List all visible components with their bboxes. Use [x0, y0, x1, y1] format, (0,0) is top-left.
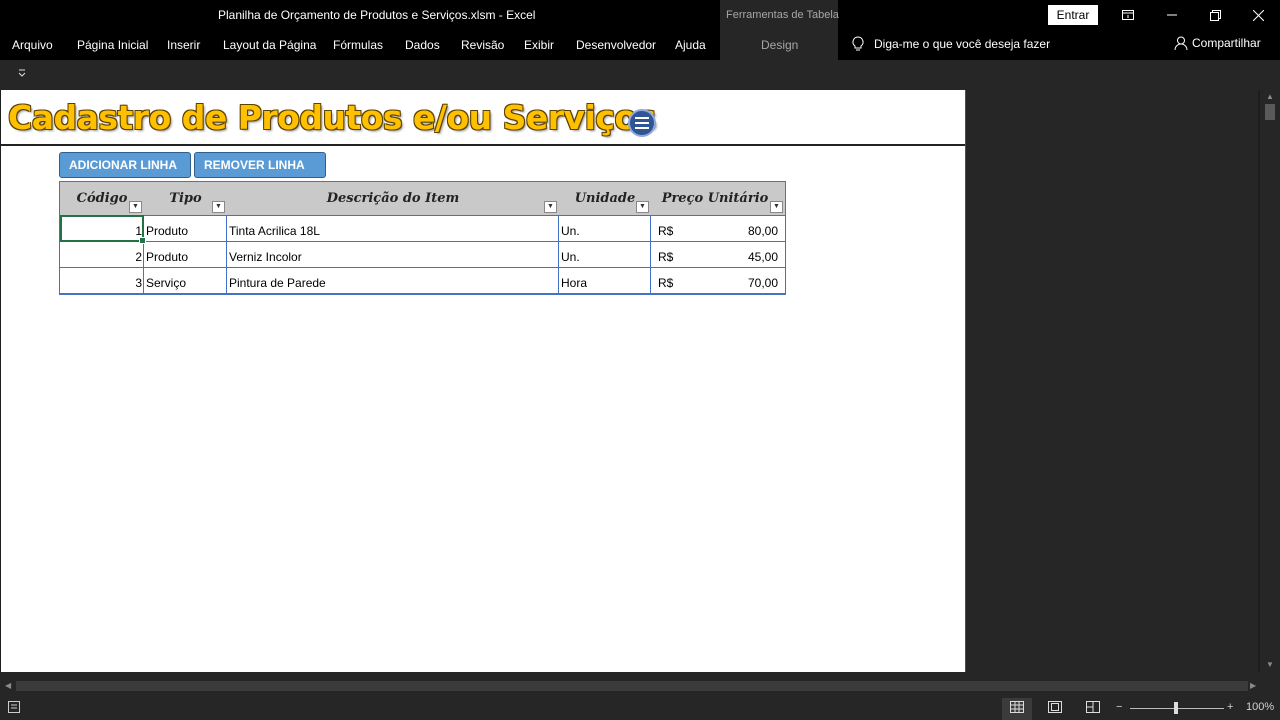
ribbon-display-icon — [1122, 10, 1134, 20]
tab-design[interactable]: Design — [761, 38, 798, 52]
filter-dropdown-tipo[interactable]: ▼ — [212, 201, 225, 213]
tab-ajuda[interactable]: Ajuda — [675, 38, 706, 52]
header-descricao: Descrição do Item — [326, 191, 460, 206]
close-icon — [1252, 9, 1264, 21]
cell-codigo[interactable]: 2 — [60, 242, 142, 268]
scroll-thumb[interactable] — [1265, 104, 1275, 120]
person-icon — [1174, 36, 1188, 50]
table-header: Código Tipo Descrição do Item Unidade Pr… — [60, 182, 785, 216]
scroll-up-icon[interactable]: ▲ — [1266, 92, 1274, 101]
cell-moeda: R$ — [658, 276, 674, 290]
sheet-empty-area — [965, 90, 1258, 672]
filter-dropdown-preco[interactable]: ▼ — [770, 201, 783, 213]
table-row[interactable]: 2 Produto Verniz Incolor Un. R$ 45,00 — [60, 242, 785, 268]
tab-formulas[interactable]: Fórmulas — [333, 38, 383, 52]
chevron-down-icon — [18, 69, 26, 77]
cell-unidade[interactable]: Un. — [561, 242, 649, 268]
cell-preco[interactable]: 80,00 — [690, 216, 778, 242]
zoom-slider-thumb[interactable] — [1174, 702, 1178, 714]
scroll-right-icon[interactable]: ▶ — [1250, 681, 1256, 690]
cell-moeda: R$ — [658, 250, 674, 264]
share-button[interactable]: Compartilhar — [1174, 36, 1261, 50]
page-layout-view-icon[interactable] — [1048, 701, 1062, 716]
quick-access-toolbar — [0, 60, 1280, 90]
cell-descricao[interactable]: Pintura de Parede — [229, 268, 557, 294]
close-button[interactable] — [1236, 0, 1280, 30]
tell-me-box[interactable]: Diga-me o que você deseja fazer — [852, 36, 1050, 52]
lightbulb-icon — [852, 36, 864, 51]
cell-descricao[interactable]: Verniz Incolor — [229, 242, 557, 268]
title-bar: Planilha de Orçamento de Produtos e Serv… — [0, 0, 1280, 60]
ribbon-display-options-button[interactable] — [1106, 0, 1150, 30]
filter-dropdown-codigo[interactable]: ▼ — [129, 201, 142, 213]
table-tools-label: Ferramentas de Tabela — [726, 9, 839, 21]
cell-tipo[interactable]: Serviço — [146, 268, 226, 294]
tab-revisao[interactable]: Revisão — [461, 38, 504, 52]
column-divider — [226, 216, 227, 295]
cell-unidade[interactable]: Un. — [561, 216, 649, 242]
cell-tipo[interactable]: Produto — [146, 242, 226, 268]
sheet-title: Cadastro de Produtos e/ou Serviços — [8, 98, 656, 137]
scroll-track[interactable] — [16, 681, 1248, 691]
ribbon-tabs: Arquivo Página Inicial Inserir Layout da… — [0, 30, 1280, 60]
zoom-out-icon[interactable]: − — [1116, 701, 1122, 713]
minimize-icon — [1167, 14, 1177, 16]
minimize-button[interactable] — [1150, 0, 1194, 30]
cell-descricao[interactable]: Tinta Acrilica 18L — [229, 216, 557, 242]
tab-arquivo[interactable]: Arquivo — [12, 38, 53, 52]
normal-view-icon[interactable] — [1010, 701, 1024, 716]
column-divider — [650, 216, 651, 295]
scroll-down-icon[interactable]: ▼ — [1266, 660, 1274, 669]
active-cell-selection — [60, 215, 146, 244]
tab-inserir[interactable]: Inserir — [167, 38, 200, 52]
filter-dropdown-descricao[interactable]: ▼ — [544, 201, 557, 213]
share-label: Compartilhar — [1192, 36, 1261, 50]
tell-me-label: Diga-me o que você deseja fazer — [874, 37, 1051, 51]
cell-preco[interactable]: 70,00 — [690, 268, 778, 294]
window-title: Planilha de Orçamento de Produtos e Serv… — [218, 8, 536, 22]
cell-moeda: R$ — [658, 224, 674, 238]
tab-desenvolvedor[interactable]: Desenvolvedor — [576, 38, 656, 52]
restore-icon — [1209, 9, 1221, 21]
zoom-level[interactable]: 100% — [1246, 701, 1274, 713]
worksheet[interactable]: Cadastro de Produtos e/ou Serviços ADICI… — [1, 90, 965, 672]
tab-pagina-inicial[interactable]: Página Inicial — [77, 38, 148, 52]
page-break-view-icon[interactable] — [1086, 701, 1100, 716]
zoom-in-icon[interactable]: + — [1227, 701, 1233, 713]
cell-codigo[interactable]: 3 — [60, 268, 142, 294]
cell-tipo[interactable]: Produto — [146, 216, 226, 242]
remove-row-button[interactable]: REMOVER LINHA — [194, 152, 326, 178]
column-divider — [558, 216, 559, 295]
customize-toolbar-button[interactable] — [15, 68, 29, 82]
macro-record-icon[interactable] — [8, 701, 20, 716]
products-table: Código Tipo Descrição do Item Unidade Pr… — [59, 181, 786, 295]
add-row-button[interactable]: ADICIONAR LINHA — [59, 152, 191, 178]
header-preco: Preço Unitário — [661, 191, 769, 206]
restore-button[interactable] — [1193, 0, 1237, 30]
horizontal-scrollbar[interactable]: ◀ ▶ — [0, 672, 1280, 698]
signin-button[interactable]: Entrar — [1048, 5, 1098, 25]
menu-icon[interactable] — [628, 109, 656, 137]
status-bar: − + 100% — [0, 698, 1280, 720]
tab-layout-da-pagina[interactable]: Layout da Página — [223, 38, 316, 52]
vertical-scrollbar[interactable]: ▲ ▼ — [1260, 90, 1280, 672]
cell-preco[interactable]: 45,00 — [690, 242, 778, 268]
title-divider — [1, 144, 965, 146]
table-row[interactable]: 1 Produto Tinta Acrilica 18L Un. R$ 80,0… — [60, 216, 785, 242]
table-row[interactable]: 3 Serviço Pintura de Parede Hora R$ 70,0… — [60, 268, 785, 294]
filter-dropdown-unidade[interactable]: ▼ — [636, 201, 649, 213]
scroll-left-icon[interactable]: ◀ — [5, 681, 11, 690]
tab-dados[interactable]: Dados — [405, 38, 440, 52]
cell-unidade[interactable]: Hora — [561, 268, 649, 294]
tab-exibir[interactable]: Exibir — [524, 38, 554, 52]
